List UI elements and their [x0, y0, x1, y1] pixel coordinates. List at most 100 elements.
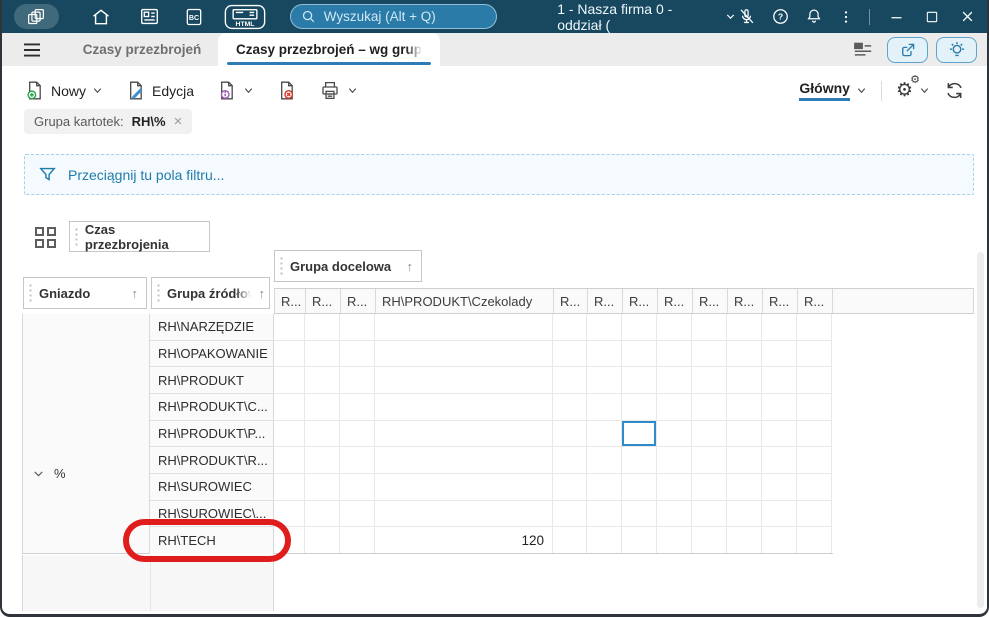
data-cell[interactable]: [622, 314, 657, 341]
data-cell[interactable]: [692, 500, 727, 528]
data-cell[interactable]: [692, 473, 727, 501]
refresh-button[interactable]: [944, 80, 965, 101]
data-cell[interactable]: [553, 473, 587, 501]
data-cell[interactable]: 120: [375, 527, 553, 553]
data-cell[interactable]: [587, 340, 622, 368]
company-selector[interactable]: 1 - Nasza firma 0 - oddział (: [557, 1, 737, 33]
data-cell[interactable]: [622, 473, 657, 501]
sort-ascending-icon[interactable]: ↑: [251, 286, 266, 301]
data-cell[interactable]: [762, 314, 797, 341]
data-cell[interactable]: [622, 527, 657, 553]
settings-button[interactable]: ⚙ ⚙: [896, 75, 930, 100]
close-icon[interactable]: [960, 9, 975, 24]
data-cell[interactable]: [587, 500, 622, 528]
data-cell[interactable]: [274, 527, 305, 553]
data-cell[interactable]: [657, 473, 692, 501]
data-cell[interactable]: [657, 340, 692, 368]
help-icon[interactable]: ?: [771, 7, 790, 26]
row-group-cell[interactable]: %: [32, 466, 66, 481]
data-cell[interactable]: [622, 500, 657, 528]
column-header[interactable]: R...: [693, 289, 728, 313]
data-cell[interactable]: [375, 420, 553, 448]
data-cell[interactable]: [587, 393, 622, 421]
data-cell[interactable]: [797, 447, 832, 474]
menu-hamburger-icon[interactable]: [22, 42, 42, 58]
data-cell[interactable]: [340, 473, 375, 501]
microphone-muted-icon[interactable]: [737, 7, 756, 26]
row-header[interactable]: RH\PRODUKT: [150, 367, 274, 394]
data-cell[interactable]: [340, 500, 375, 528]
data-cell[interactable]: [553, 393, 587, 421]
data-cell[interactable]: [305, 393, 340, 421]
data-cell[interactable]: [274, 314, 305, 341]
data-cell[interactable]: [375, 340, 553, 368]
data-cell[interactable]: [797, 527, 832, 553]
data-cell[interactable]: [274, 393, 305, 421]
open-windows-list-icon[interactable]: [853, 41, 873, 59]
column-field-chip[interactable]: Grupa docelowa ↑: [274, 250, 422, 282]
record-info-button[interactable]: [216, 80, 254, 101]
row-header[interactable]: RH\PRODUKT\P...: [150, 420, 274, 448]
data-cell[interactable]: [375, 314, 553, 341]
data-cell[interactable]: [375, 447, 553, 474]
data-cell[interactable]: [797, 473, 832, 501]
data-cell[interactable]: [692, 367, 727, 394]
column-header[interactable]: R...: [763, 289, 798, 313]
data-cell[interactable]: [727, 393, 762, 421]
data-cell[interactable]: [274, 500, 305, 528]
row-header[interactable]: RH\OPAKOWANIE: [150, 340, 274, 368]
data-cell[interactable]: [692, 527, 727, 553]
data-cell[interactable]: [797, 500, 832, 528]
data-cell[interactable]: [274, 473, 305, 501]
data-cell[interactable]: [305, 367, 340, 394]
data-cell[interactable]: [762, 367, 797, 394]
filter-dropzone[interactable]: Przeciągnij tu pola filtru...: [24, 154, 974, 195]
data-cell[interactable]: [553, 367, 587, 394]
data-cell[interactable]: [305, 420, 340, 448]
bc-badge-icon[interactable]: BC: [184, 7, 204, 27]
data-cell[interactable]: [274, 367, 305, 394]
data-cell[interactable]: [622, 420, 657, 448]
data-cell[interactable]: [375, 473, 553, 501]
data-cell[interactable]: [274, 420, 305, 448]
data-cell[interactable]: [727, 500, 762, 528]
data-cell[interactable]: [553, 527, 587, 553]
data-cell[interactable]: [797, 420, 832, 448]
data-cell[interactable]: [305, 340, 340, 368]
data-cell[interactable]: [340, 420, 375, 448]
data-cell[interactable]: [587, 314, 622, 341]
html-browser-icon[interactable]: HTML: [224, 4, 266, 30]
data-cell[interactable]: [797, 393, 832, 421]
data-cell[interactable]: [340, 314, 375, 341]
data-cell[interactable]: [587, 447, 622, 474]
new-button[interactable]: Nowy: [24, 80, 103, 101]
row-header[interactable]: RH\PRODUKT\R...: [150, 447, 274, 474]
data-cell[interactable]: [305, 314, 340, 341]
vertical-scrollbar[interactable]: [977, 252, 984, 608]
minimize-icon[interactable]: [889, 9, 904, 24]
data-cell[interactable]: [553, 500, 587, 528]
data-cell[interactable]: [692, 340, 727, 368]
filter-chip[interactable]: Grupa kartotek: RH\% ×: [24, 109, 193, 134]
data-cell[interactable]: [587, 420, 622, 448]
column-header[interactable]: R...: [623, 289, 658, 313]
column-header[interactable]: RH\PRODUKT\Czekolady: [376, 289, 554, 313]
share-button[interactable]: [887, 36, 928, 63]
data-cell[interactable]: [274, 447, 305, 474]
data-cell[interactable]: [340, 367, 375, 394]
data-cell[interactable]: [622, 340, 657, 368]
data-cell[interactable]: [657, 447, 692, 474]
tab-czasy-przezbrojen[interactable]: Czasy przezbrojeń: [66, 33, 218, 66]
data-cell[interactable]: [340, 447, 375, 474]
row-header[interactable]: RH\NARZĘDZIE: [150, 314, 274, 341]
data-cell[interactable]: [657, 500, 692, 528]
data-cell[interactable]: [692, 393, 727, 421]
column-header[interactable]: R...: [554, 289, 588, 313]
data-cell[interactable]: [553, 447, 587, 474]
data-cell[interactable]: [657, 393, 692, 421]
data-cell[interactable]: [727, 473, 762, 501]
field-chooser-icon[interactable]: [35, 227, 56, 248]
column-header[interactable]: R...: [658, 289, 693, 313]
row-field-chip-grupa-zrodlowa[interactable]: Grupa źródłow ↑: [151, 277, 270, 309]
data-cell[interactable]: [797, 340, 832, 368]
